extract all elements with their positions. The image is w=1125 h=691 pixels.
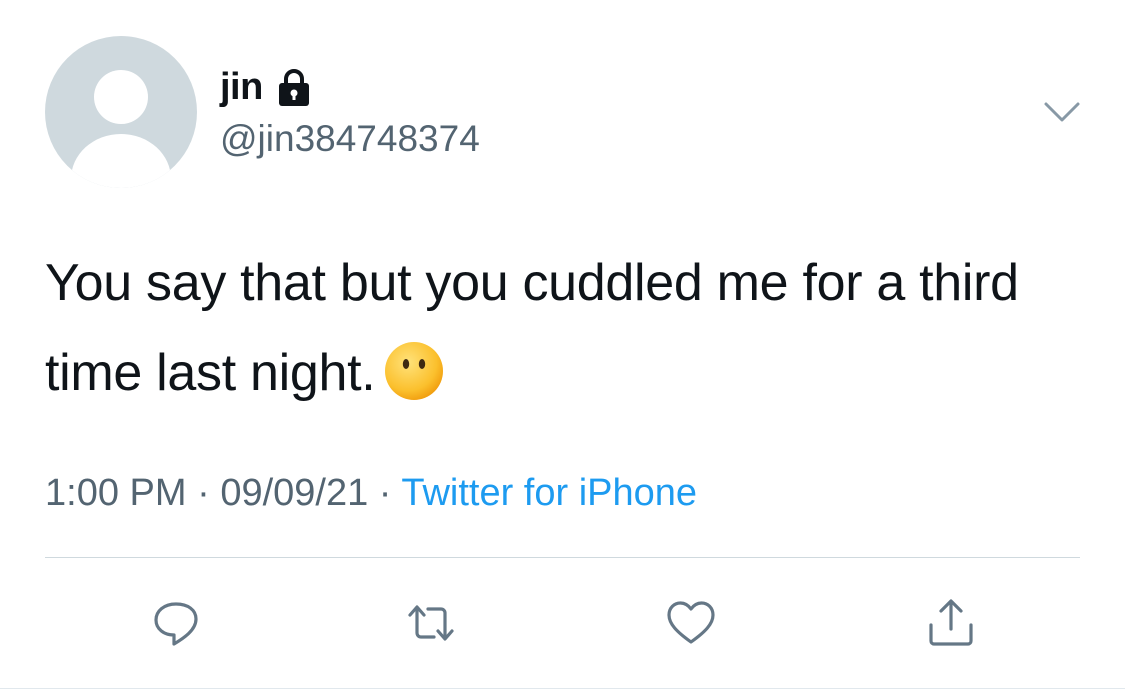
tweet-text: You say that but you cuddled me for a th… [45,238,1085,418]
meta-separator: · [186,472,221,514]
display-name[interactable]: jin [220,66,263,109]
like-icon [667,601,715,644]
share-icon [929,599,973,646]
chevron-down-icon[interactable] [1043,96,1081,128]
tweet-meta: 1:00 PM · 09/09/21 · Twitter for iPhone [45,472,697,515]
tweet-time: 1:00 PM [45,472,187,514]
tweet-source-link[interactable]: Twitter for iPhone [401,472,697,514]
tweet-text-content: You say that but you cuddled me for a th… [45,254,1019,402]
divider [45,557,1080,558]
share-button[interactable] [923,596,979,650]
reply-button[interactable] [148,596,204,650]
face-without-mouth-icon [385,342,444,400]
avatar-head [94,70,148,124]
lock-icon [278,69,309,106]
avatar-shoulders [71,134,171,188]
handle[interactable]: @jin384748374 [220,118,480,160]
retweet-button[interactable] [403,596,459,650]
reply-icon [154,602,198,646]
like-button[interactable] [663,596,719,650]
retweet-icon [408,605,454,641]
meta-separator: · [368,472,402,514]
tweet-date: 09/09/21 [220,472,369,514]
bottom-border [0,688,1125,689]
avatar[interactable] [45,36,197,188]
name-row: jin [220,62,313,112]
